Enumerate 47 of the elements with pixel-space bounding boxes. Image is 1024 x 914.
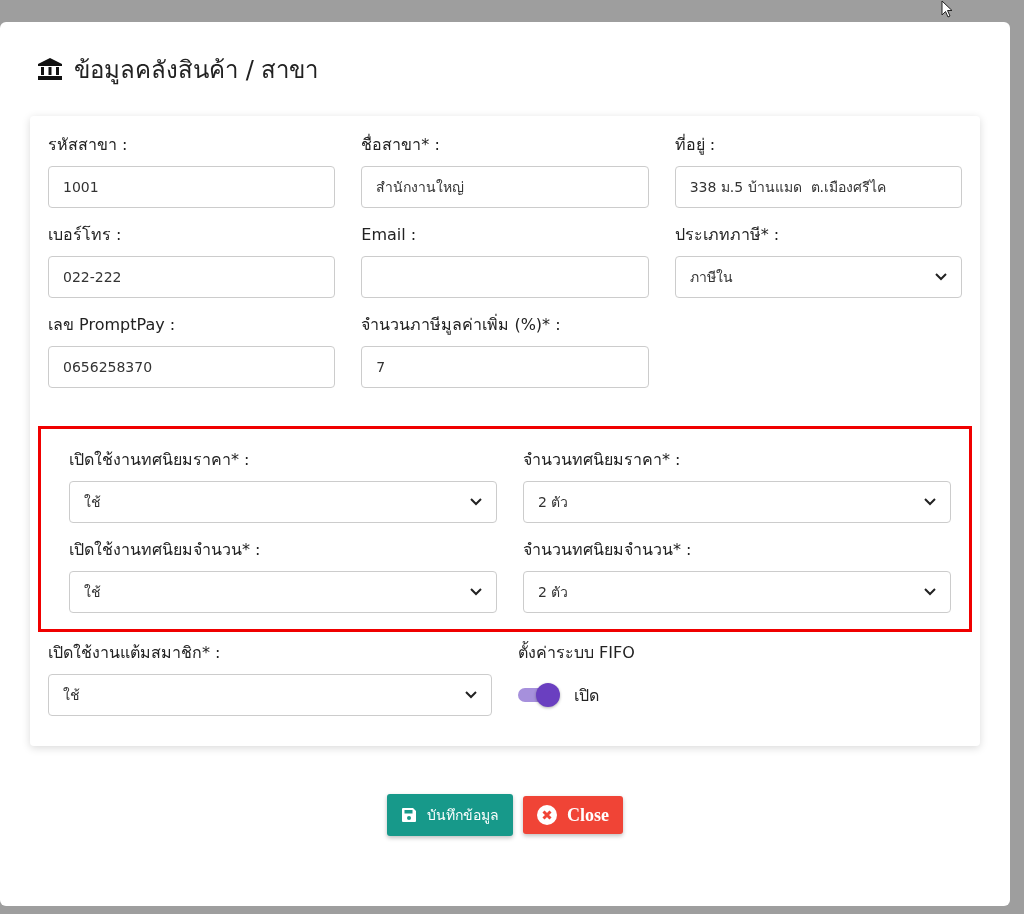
toggle-switch[interactable] (518, 685, 558, 705)
select-value: ใช้ (63, 686, 80, 705)
select-field[interactable]: ใช้ (69, 481, 497, 523)
field-label: เปิดใช้งานทศนิยมจำนวน* : (69, 539, 262, 561)
toggle-label: เปิด (574, 684, 599, 707)
input-field[interactable]: 7 (361, 346, 649, 388)
field-label: ประเภทภาษี* : (674, 224, 781, 246)
input-field[interactable]: 0656258370 (48, 346, 336, 388)
select-field[interactable]: ใช้ (69, 571, 497, 613)
input-field[interactable]: 1001 (48, 166, 336, 208)
chevron-down-icon (470, 498, 482, 506)
field-label: ที่อยู่ : (674, 134, 717, 156)
select-value: 2 ตัว (538, 493, 569, 512)
input-field[interactable] (361, 256, 649, 298)
input-field[interactable]: 022-222 (48, 256, 336, 298)
field-label: ชื่อสาขา* : (361, 134, 441, 156)
select-value: ใช้ (84, 583, 101, 602)
field-label: ตั้งค่าระบบ FIFO (518, 642, 636, 664)
bank-icon (38, 58, 62, 80)
chevron-down-icon (935, 273, 947, 281)
field-label: Email : (361, 224, 418, 246)
field-label: เบอร์โทร : (48, 224, 123, 246)
field-label: เปิดใช้งานทศนิยมราคา* : (69, 449, 251, 471)
chevron-down-icon (924, 588, 936, 596)
field-label: เลข PromptPay : (48, 314, 177, 336)
select-field[interactable]: 2 ตัว (523, 571, 951, 613)
close-icon (537, 805, 557, 825)
chevron-down-icon (470, 588, 482, 596)
chevron-down-icon (924, 498, 936, 506)
dialog-title: ข้อมูลคลังสินค้า / สาขา (74, 54, 319, 87)
select-value: ใช้ (84, 493, 101, 512)
select-field[interactable]: ใช้ (48, 674, 492, 716)
mouse-cursor-icon (940, 0, 954, 18)
field-label: รหัสสาขา : (48, 134, 129, 156)
select-value: 2 ตัว (538, 583, 569, 602)
field-label: จำนวนภาษีมูลค่าเพิ่ม (%)* : (361, 314, 562, 336)
save-button[interactable]: บันทึกข้อมูล (387, 794, 513, 836)
field-label: จำนวนทศนิยมราคา* : (523, 449, 682, 471)
input-field[interactable]: สำนักงานใหญ่ (361, 166, 649, 208)
select-value: ภาษีใน (689, 268, 733, 287)
field-label: จำนวนทศนิยมจำนวน* : (523, 539, 693, 561)
input-field[interactable]: 338 ม.5 บ้านแมด ต.เมืองศรีไค (674, 166, 962, 208)
chevron-down-icon (465, 691, 477, 699)
select-field[interactable]: 2 ตัว (523, 481, 951, 523)
close-button[interactable]: Close (523, 796, 623, 834)
select-field[interactable]: ภาษีใน (674, 256, 962, 298)
field-label: เปิดใช้งานแต้มสมาชิก* : (48, 642, 222, 664)
